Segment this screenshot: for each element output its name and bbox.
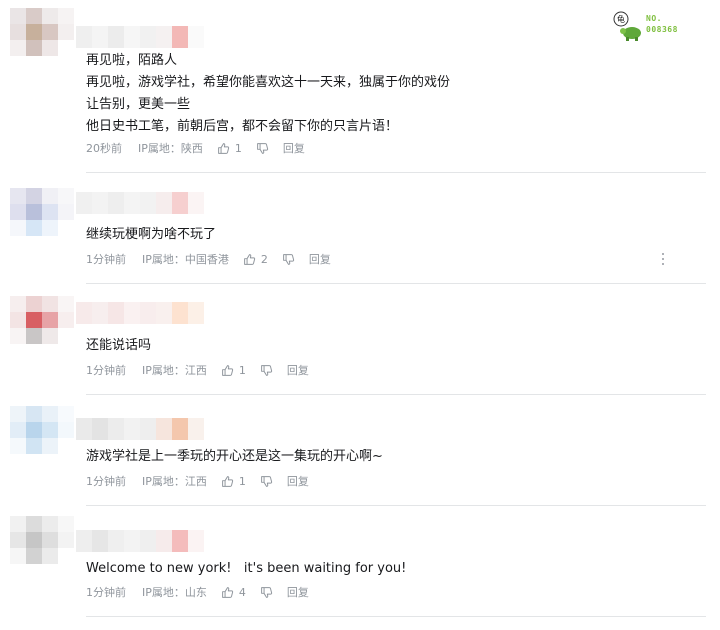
comment-text: 再见啦，陌路人 再见啦，游戏学社，希望你能喜欢这十一天来，独属于你的戏份 让告别… (86, 53, 451, 134)
badge-number: NO. 008368 (646, 14, 678, 34)
thumbs-down-icon (261, 475, 273, 487)
like-count: 2 (260, 252, 268, 266)
comment-text: 游戏学社是上一季玩的开心还是这一集玩的开心啊~ (86, 449, 383, 464)
thumbs-down-icon (257, 142, 269, 154)
ip-location: IP属地：江西 (142, 475, 207, 488)
comment-time: 1分钟前 (86, 253, 126, 266)
like-count: 1 (234, 141, 242, 155)
avatar[interactable] (10, 406, 74, 454)
like-button[interactable]: 1 (217, 142, 242, 155)
comment-meta: 1分钟前 IP属地：江西 1 回复 (86, 472, 309, 490)
ip-location: IP属地：中国香港 (142, 253, 229, 266)
reply-button[interactable]: 回复 (287, 584, 309, 600)
like-button[interactable]: 1 (221, 475, 246, 488)
dislike-button[interactable] (260, 586, 273, 599)
thumbs-up-icon (244, 253, 256, 265)
comment-text: 继续玩梗啊为啥不玩了 (86, 227, 217, 242)
username-blurred[interactable] (76, 26, 204, 48)
like-button[interactable]: 2 (243, 253, 268, 266)
divider (86, 172, 706, 173)
dislike-button[interactable] (260, 364, 273, 377)
comment-meta: 1分钟前 IP属地：山东 4 回复 (86, 583, 309, 601)
like-count: 1 (238, 363, 246, 377)
divider (86, 394, 706, 395)
comment-meta: 1分钟前 IP属地：江西 1 回复 (86, 361, 309, 379)
like-count: 4 (238, 585, 246, 599)
reply-button[interactable]: 回复 (287, 473, 309, 489)
like-button[interactable]: 1 (221, 364, 246, 377)
avatar[interactable] (10, 8, 74, 56)
dislike-button[interactable] (282, 253, 295, 266)
username-blurred[interactable] (76, 530, 204, 552)
ip-location: IP属地：陕西 (138, 142, 203, 155)
comment-meta: 1分钟前 IP属地：中国香港 2 回复 (86, 250, 331, 268)
avatar[interactable] (10, 516, 74, 564)
comment-meta: 20秒前 IP属地：陕西 1 回复 (86, 139, 305, 157)
thumbs-down-icon (261, 586, 273, 598)
comment-text: Welcome to new york! it's been waiting f… (86, 561, 407, 576)
ip-location: IP属地：江西 (142, 364, 207, 377)
thumbs-down-icon (283, 253, 295, 265)
avatar[interactable] (10, 296, 74, 344)
badge-glyph: 龟 (617, 14, 625, 24)
comment-time: 20秒前 (86, 142, 122, 155)
more-options-icon[interactable] (656, 252, 670, 266)
divider (86, 505, 706, 506)
thumbs-down-icon (261, 364, 273, 376)
username-blurred[interactable] (76, 418, 204, 440)
avatar[interactable] (10, 188, 74, 236)
comment-time: 1分钟前 (86, 364, 126, 377)
reply-button[interactable]: 回复 (309, 251, 331, 267)
thumbs-up-icon (222, 364, 234, 376)
turtle-icon: 龟 (613, 11, 641, 41)
user-badge: 龟 NO. 008368 (612, 10, 692, 44)
ip-location: IP属地：山东 (142, 586, 207, 599)
thumbs-up-icon (218, 142, 230, 154)
thumbs-up-icon (222, 475, 234, 487)
like-count: 1 (238, 474, 246, 488)
comment-time: 1分钟前 (86, 475, 126, 488)
username-blurred[interactable] (76, 192, 204, 214)
username-blurred[interactable] (76, 302, 204, 324)
divider (86, 616, 706, 617)
reply-button[interactable]: 回复 (283, 140, 305, 156)
thumbs-up-icon (222, 586, 234, 598)
divider (86, 283, 706, 284)
reply-button[interactable]: 回复 (287, 362, 309, 378)
like-button[interactable]: 4 (221, 586, 246, 599)
dislike-button[interactable] (256, 142, 269, 155)
comment-time: 1分钟前 (86, 586, 126, 599)
comment-text: 还能说话吗 (86, 338, 152, 353)
dislike-button[interactable] (260, 475, 273, 488)
